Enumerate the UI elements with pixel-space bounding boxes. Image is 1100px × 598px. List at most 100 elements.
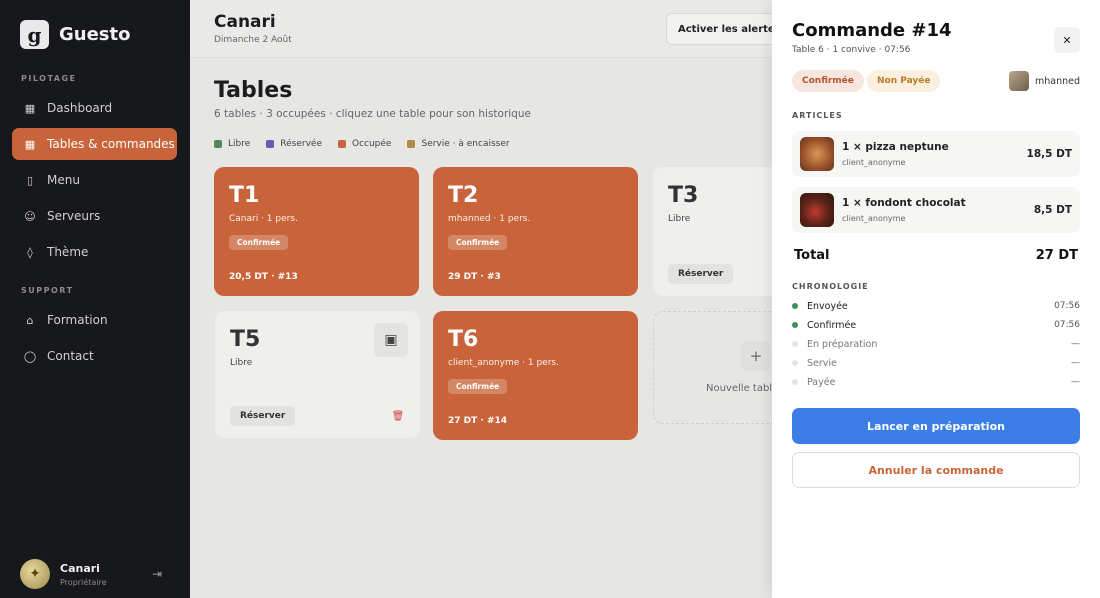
table-meta: mhanned · 1 pers. [448,214,531,224]
dessert-image [800,193,834,227]
list-item: 1 × fondont chocolat client_anonyme 8,5 … [792,187,1080,233]
table-card-t6[interactable]: T6 client_anonyme · 1 pers. Confirmée 27… [433,311,638,440]
drop-icon: ◊ [27,245,33,259]
order-total: Total 27 DT [794,248,1078,263]
step-time: — [1071,358,1080,368]
tables-icon: ▦ [24,137,36,151]
article-price: 18,5 DT [1026,148,1072,160]
sidebar-item-label: Tables & commandes [47,137,175,151]
page-subtitle: 6 tables · 3 occupées · cliquez une tabl… [214,108,531,120]
order-subtitle: Table 6 · 1 convive · 07:56 [792,45,911,55]
legend-item: Servie · à encaisser [407,139,510,149]
timeline-step: Confirmée 07:56 [792,318,1080,332]
table-footer: 20,5 DT · #13 [229,272,298,282]
order-title: Commande #14 [792,20,952,41]
close-icon[interactable]: ✕ [1054,27,1080,53]
user-role: Propriétaire [60,577,107,587]
sidebar-item-label: Contact [47,349,94,363]
table-card-t5[interactable]: T5 Libre ▣ Réserver 🗑 [215,311,420,438]
legend-swatch [407,140,416,148]
graduation-icon: ⌂ [26,313,34,327]
sidebar-item-dashboard[interactable]: ▦ Dashboard [12,92,177,124]
legend-label: Réservée [280,139,322,149]
timeline-step: En préparation — [792,337,1080,351]
sidebar-item-formation[interactable]: ⌂ Formation [12,304,177,336]
order-user-name: mhanned [1034,75,1080,87]
legend-item: Libre [214,139,250,149]
start-preparation-button[interactable]: Lancer en préparation [792,408,1080,444]
legend-item: Réservée [266,139,322,149]
sidebar: g Guesto PILOTAGE ▦ Dashboard ▦ Tables &… [0,0,190,598]
user-name: Canari [60,561,100,575]
table-number: T6 [448,327,479,352]
step-time: 07:56 [1054,301,1080,311]
table-card-t1[interactable]: T1 Canari · 1 pers. Confirmée 20,5 DT · … [214,167,419,296]
nav-section-support: SUPPORT [21,286,74,295]
sidebar-item-menu[interactable]: ▯ Menu [12,164,177,196]
legend-swatch [214,140,222,148]
table-footer: 27 DT · #14 [448,416,508,426]
reserve-button[interactable]: Réserver [668,264,734,284]
users-icon: ☺ [24,209,36,223]
table-number: T1 [229,183,260,208]
status-legend: Libre Réservée Occupée Servie · à encais… [214,139,510,149]
status-badge: Confirmée [229,235,289,250]
current-date: Dimanche 2 Août [214,35,292,45]
status-badge-payment: Non Payée [867,70,941,92]
timeline-step: Servie — [792,356,1080,370]
articles-heading: ARTICLES [792,111,843,120]
order-user: mhanned [1008,71,1080,91]
legend-item: Occupée [338,139,391,149]
table-number: T3 [668,183,699,208]
cancel-order-button[interactable]: Annuler la commande [792,452,1080,488]
legend-swatch [338,140,346,148]
step-pending-icon [792,341,798,347]
step-time: 07:56 [1054,320,1080,330]
step-time: — [1071,377,1080,387]
step-pending-icon [792,379,798,385]
total-value: 27 DT [1035,248,1078,263]
timeline-step: Envoyée 07:56 [792,299,1080,313]
status-badge-confirmed: Confirmée [792,70,864,92]
step-done-icon [792,322,798,328]
plus-icon: + [741,341,771,371]
topbar: Canari Dimanche 2 Août Activer les alert… [190,0,796,58]
sidebar-item-label: Formation [47,313,108,327]
new-table-card[interactable]: + Nouvelle table [653,311,778,424]
page-title: Tables [214,78,293,103]
table-meta: Canari · 1 pers. [229,214,298,224]
legend-swatch [266,140,275,148]
step-label: Confirmée [807,319,857,331]
reserve-button[interactable]: Réserver [230,406,296,426]
sidebar-item-contact[interactable]: ◯ Contact [12,340,177,372]
logout-icon[interactable]: ⇥ [152,567,162,581]
article-name: 1 × pizza neptune [842,141,949,153]
avatar [1008,71,1029,91]
brand[interactable]: g Guesto [20,20,130,49]
step-label: Envoyée [807,300,848,312]
trash-icon[interactable]: 🗑 [388,406,408,426]
status-badge: Confirmée [448,379,508,394]
dashboard-icon: ▦ [24,101,36,115]
table-card-t3[interactable]: T3 Libre Réserver [653,167,772,296]
table-number: T2 [448,183,479,208]
table-card-t2[interactable]: T2 mhanned · 1 pers. Confirmée 29 DT · #… [433,167,638,296]
sidebar-item-label: Thème [47,245,89,259]
order-drawer: Commande #14 Table 6 · 1 convive · 07:56… [772,0,1100,598]
legend-label: Occupée [352,139,392,149]
qr-code-icon[interactable]: ▣ [374,323,408,357]
sidebar-item-serveurs[interactable]: ☺ Serveurs [12,200,177,232]
sidebar-item-theme[interactable]: ◊ Thème [12,236,177,268]
brand-name: Guesto [59,24,131,45]
nav-section-pilotage: PILOTAGE [21,74,77,83]
sidebar-item-tables[interactable]: ▦ Tables & commandes [12,128,177,160]
step-label: Payée [807,376,836,388]
sidebar-item-label: Menu [47,173,80,187]
legend-label: Servie · à encaisser [421,139,510,149]
user-profile[interactable]: ✦ Canari Propriétaire ⇥ [14,554,176,594]
status-badge: Confirmée [448,235,508,250]
article-client: client_anonyme [842,214,906,223]
new-table-label: Nouvelle table [706,383,779,394]
pizza-image [800,137,834,171]
brand-logo: g [20,20,49,49]
